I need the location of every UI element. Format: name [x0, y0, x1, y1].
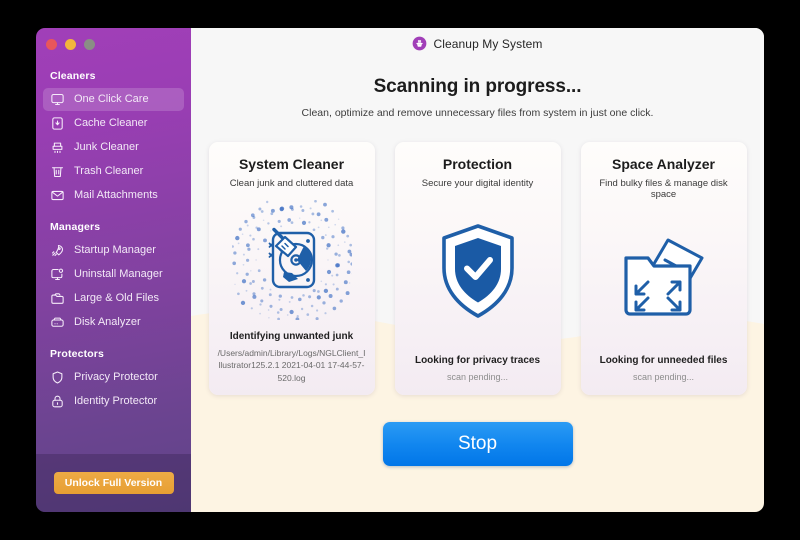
- sidebar-item-one-click-care[interactable]: One Click Care: [43, 88, 184, 111]
- sidebar-group-label-cleaners: Cleaners: [50, 70, 96, 82]
- sidebar-item-trash-cleaner[interactable]: Trash Cleaner: [43, 160, 184, 183]
- hard-disk-icon: [50, 315, 65, 330]
- card-detail: scan pending...: [632, 371, 695, 382]
- sidebar-item-label: Junk Cleaner: [74, 141, 139, 153]
- shield-icon: [50, 370, 65, 385]
- sidebar-item-disk-analyzer[interactable]: Disk Analyzer: [43, 311, 184, 334]
- page-subtitle: Clean, optimize and remove unnecessary f…: [301, 107, 654, 119]
- sidebar-item-junk-cleaner[interactable]: Junk Cleaner: [43, 136, 184, 159]
- card-system-cleaner[interactable]: System Cleaner Clean junk and cluttered …: [208, 142, 375, 395]
- card-detail: scan pending...: [446, 371, 509, 382]
- sidebar-item-uninstall-manager[interactable]: Uninstall Manager: [43, 263, 184, 286]
- app-titlebar: Cleanup My System: [191, 28, 764, 59]
- sidebar-item-label: Trash Cleaner: [74, 165, 144, 177]
- card-artwork: [590, 201, 738, 355]
- sidebar-item-label: Mail Attachments: [74, 189, 158, 201]
- folder-expand-icon: [623, 238, 703, 316]
- sidebar-item-cache-cleaner[interactable]: Cache Cleaner: [43, 112, 184, 135]
- page-title: Scanning in progress...: [373, 76, 582, 97]
- sidebar-item-label: Large & Old Files: [74, 292, 159, 304]
- sidebar-nav: Cleaners One Click Care Cache Cleaner Ju…: [36, 58, 191, 454]
- sidebar-item-privacy-protector[interactable]: Privacy Protector: [43, 366, 184, 389]
- sidebar-item-label: Uninstall Manager: [74, 268, 163, 280]
- sidebar-item-label: Identity Protector: [74, 395, 158, 407]
- minimize-window-button[interactable]: [65, 39, 76, 50]
- scan-cards: System Cleaner Clean junk and cluttered …: [191, 142, 764, 395]
- card-space-analyzer[interactable]: Space Analyzer Find bulky files & manage…: [580, 142, 747, 395]
- sidebar-item-startup-manager[interactable]: Startup Manager: [43, 239, 184, 262]
- cleanup-app-logo-icon: [413, 36, 427, 51]
- card-artwork: [404, 189, 552, 355]
- sidebar: Cleaners One Click Care Cache Cleaner Ju…: [36, 28, 191, 512]
- disk-broom-icon: [231, 200, 352, 321]
- trash-can-icon: [50, 164, 65, 179]
- envelope-icon: [50, 188, 65, 203]
- cache-box-icon: [50, 116, 65, 131]
- card-artwork: [218, 189, 366, 331]
- sidebar-item-large-old-files[interactable]: Large & Old Files: [43, 287, 184, 310]
- headline-block: Scanning in progress... Clean, optimize …: [191, 76, 764, 119]
- sidebar-item-identity-protector[interactable]: Identity Protector: [43, 390, 184, 413]
- sidebar-item-label: One Click Care: [74, 93, 149, 105]
- action-row: Stop: [191, 422, 764, 466]
- sidebar-item-label: Privacy Protector: [74, 371, 158, 383]
- close-window-button[interactable]: [46, 39, 57, 50]
- card-subtitle: Secure your digital identity: [421, 178, 534, 189]
- card-status: Looking for unneeded files: [599, 354, 728, 366]
- unlock-full-version-button[interactable]: Unlock Full Version: [53, 472, 174, 494]
- card-subtitle: Clean junk and cluttered data: [229, 178, 354, 189]
- shredder-icon: [50, 140, 65, 155]
- folder-icon: [50, 291, 65, 306]
- app-title: Cleanup My System: [433, 36, 543, 51]
- card-title: Protection: [442, 156, 513, 172]
- card-status: Looking for privacy traces: [414, 354, 541, 366]
- sidebar-footer: Unlock Full Version: [36, 454, 191, 512]
- rocket-icon: [50, 243, 65, 258]
- stop-button[interactable]: Stop: [382, 422, 573, 466]
- card-title: Space Analyzer: [612, 156, 715, 172]
- sidebar-item-mail-attachments[interactable]: Mail Attachments: [43, 184, 184, 207]
- main-content: Cleanup My System Scanning in progress..…: [191, 28, 764, 512]
- monitor-icon: [50, 92, 65, 107]
- zoom-window-button[interactable]: [84, 39, 95, 50]
- sidebar-item-label: Cache Cleaner: [74, 117, 148, 129]
- window-traffic-lights: [36, 28, 191, 58]
- sidebar-item-label: Startup Manager: [74, 244, 156, 256]
- card-detail: /Users/admin/Library/Logs/NGLClient_Illu…: [217, 348, 366, 383]
- monitor-badge-icon: [50, 267, 65, 282]
- shield-check-icon: [441, 224, 514, 318]
- card-subtitle: Find bulky files & manage disk space: [599, 178, 728, 201]
- lock-icon: [50, 394, 65, 409]
- card-protection[interactable]: Protection Secure your digital identity …: [394, 142, 561, 395]
- sidebar-item-label: Disk Analyzer: [74, 316, 141, 328]
- card-status: Identifying unwanted junk: [229, 331, 354, 343]
- card-title: System Cleaner: [238, 156, 345, 172]
- sidebar-group-label-protectors: Protectors: [50, 348, 105, 360]
- app-window: Cleaners One Click Care Cache Cleaner Ju…: [36, 28, 764, 512]
- sidebar-group-label-managers: Managers: [50, 221, 101, 233]
